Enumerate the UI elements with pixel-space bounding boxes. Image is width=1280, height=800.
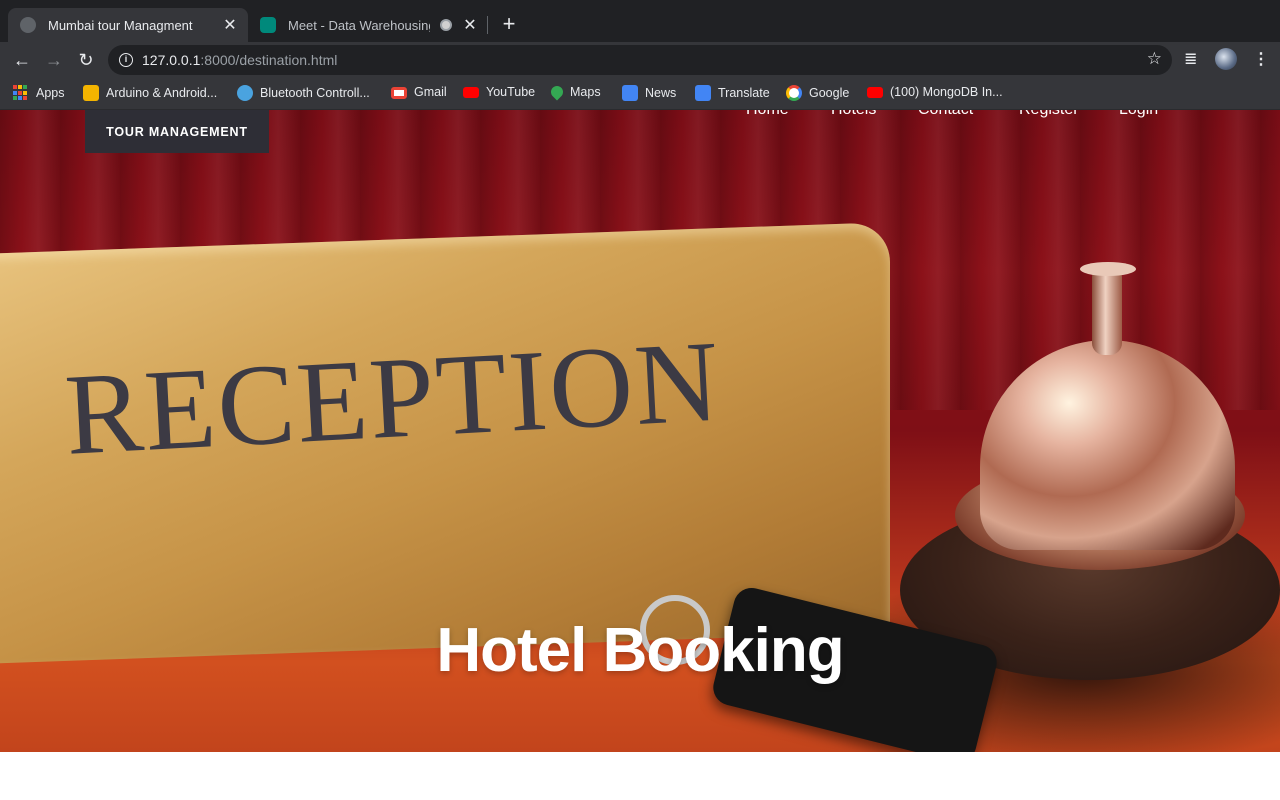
new-tab-button[interactable]: + <box>498 12 520 36</box>
globe-icon <box>237 85 253 101</box>
nav-register[interactable]: Register <box>1019 110 1079 119</box>
bookmark-news[interactable]: News <box>622 85 676 101</box>
bookmark-label: YouTube <box>486 85 536 99</box>
bookmark-google[interactable]: Google <box>786 85 849 101</box>
bookmark-label: (100) MongoDB In... <box>890 85 1003 99</box>
reload-button[interactable]: ↻ <box>73 47 99 73</box>
bookmark-label: Apps <box>36 86 65 100</box>
bookmark-gmail[interactable]: Gmail <box>391 85 447 99</box>
service-bell-top <box>1080 262 1136 276</box>
bookmark-bluetooth[interactable]: Bluetooth Controll... <box>237 85 370 101</box>
bookmark-label: Gmail <box>414 85 447 99</box>
youtube-icon <box>463 86 479 98</box>
hero-section: RECEPTION TOUR MANAGEMENT Home Hotels Co… <box>0 110 1280 752</box>
tab-separator <box>487 16 488 34</box>
meet-icon <box>260 17 276 33</box>
bookmark-star-icon[interactable]: ☆ <box>1147 49 1162 69</box>
forward-button[interactable]: → <box>41 47 67 73</box>
bookmark-label: Google <box>809 86 850 100</box>
address-bar[interactable]: i 127.0.0.1:8000/destination.html ☆ <box>108 45 1172 75</box>
close-tab-icon[interactable]: ✕ <box>462 15 478 35</box>
menu-kebab-icon[interactable]: ⋮ <box>1253 49 1269 69</box>
avatar[interactable] <box>1215 48 1237 70</box>
url-text[interactable]: 127.0.0.1:8000/destination.html <box>142 52 337 68</box>
tab-mumbai-tour[interactable]: Mumbai tour Managment ✕ <box>8 8 248 42</box>
bookmark-apps[interactable]: Apps <box>13 85 65 101</box>
media-controls-icon[interactable]: ≣ <box>1184 49 1197 69</box>
service-bell-plunger <box>1092 265 1122 355</box>
nav-contact[interactable]: Contact <box>918 110 973 119</box>
gmail-icon <box>391 87 407 99</box>
tab-strip: Mumbai tour Managment ✕ Meet - Data Ware… <box>0 0 1280 42</box>
nav-home[interactable]: Home <box>746 110 789 119</box>
nav-login[interactable]: Login <box>1119 110 1158 119</box>
google-icon <box>786 85 802 101</box>
arduino-icon <box>83 85 99 101</box>
bookmark-maps[interactable]: Maps <box>548 83 601 101</box>
apps-grid-icon <box>13 85 29 101</box>
bookmark-label: Arduino & Android... <box>106 86 218 100</box>
translate-icon <box>695 85 711 101</box>
bookmark-youtube[interactable]: YouTube <box>463 85 535 99</box>
browser-toolbar: ← → ↻ i 127.0.0.1:8000/destination.html … <box>0 42 1280 78</box>
tab-title: Mumbai tour Managment <box>48 17 193 33</box>
tab-title: Meet - Data Warehousing a <box>288 17 430 33</box>
youtube-icon <box>867 86 883 98</box>
bookmark-translate[interactable]: Translate <box>695 85 770 101</box>
site-info-icon[interactable]: i <box>119 53 133 67</box>
close-tab-icon[interactable]: ✕ <box>222 15 238 35</box>
maps-icon <box>548 83 566 101</box>
hero-title: Hotel Booking <box>436 616 844 685</box>
bookmark-label: Maps <box>570 85 601 99</box>
bookmarks-bar: Apps Arduino & Android... Bluetooth Cont… <box>0 78 1280 110</box>
bookmark-mongodb[interactable]: (100) MongoDB In... <box>867 85 1003 99</box>
site-logo[interactable]: TOUR MANAGEMENT <box>85 110 269 153</box>
bookmark-label: Bluetooth Controll... <box>260 86 370 100</box>
bookmark-arduino[interactable]: Arduino & Android... <box>83 85 217 101</box>
bookmark-label: Translate <box>718 86 770 100</box>
brand-text: TOUR MANAGEMENT <box>106 124 248 139</box>
bookmark-label: News <box>645 86 677 100</box>
news-icon <box>622 85 638 101</box>
tab-meet[interactable]: Meet - Data Warehousing a ✕ <box>248 8 488 42</box>
nav-hotels[interactable]: Hotels <box>831 110 876 119</box>
page-viewport: RECEPTION TOUR MANAGEMENT Home Hotels Co… <box>0 110 1280 800</box>
back-button[interactable]: ← <box>9 47 35 73</box>
globe-icon <box>20 17 36 33</box>
recording-indicator-icon <box>440 19 452 31</box>
